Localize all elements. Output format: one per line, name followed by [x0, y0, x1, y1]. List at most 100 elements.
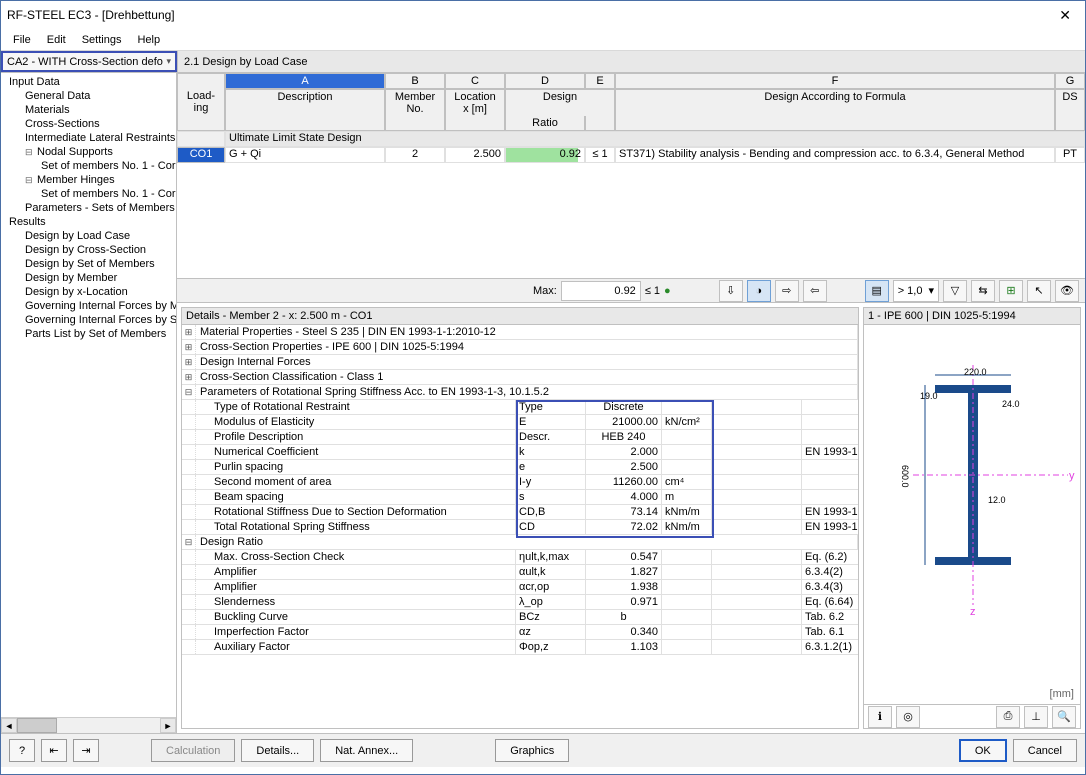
hdr-ds: DS	[1055, 89, 1085, 117]
zoom-icon[interactable]: 🔍	[1052, 706, 1076, 728]
sec-material[interactable]: Material Properties - Steel S 235 | DIN …	[196, 325, 858, 339]
sidebar: Input Data General Data Materials Cross-…	[1, 73, 177, 733]
stress-icon[interactable]: ◎	[896, 706, 920, 728]
cell-co: CO1	[177, 147, 225, 163]
tool-btn-2[interactable]: ◑	[747, 280, 771, 302]
window-title: RF-STEEL EC3 - [Drehbettung]	[7, 8, 1051, 22]
eye-icon[interactable]: 👁	[1055, 280, 1079, 302]
nat-annex-button[interactable]: Nat. Annex...	[320, 739, 413, 762]
excel-icon[interactable]: ⊞	[999, 280, 1023, 302]
col-a[interactable]: A	[225, 73, 385, 89]
tree-nodal-supports[interactable]: ⊟Nodal Supports	[1, 145, 176, 159]
tree-parameters[interactable]: Parameters - Sets of Members	[1, 201, 176, 215]
details-title: Details - Member 2 - x: 2.500 m - CO1	[182, 308, 858, 325]
tree-results[interactable]: Results	[1, 215, 176, 229]
tool-btn-3[interactable]: ⇨	[775, 280, 799, 302]
sec-design-ratio[interactable]: Design Ratio	[196, 535, 858, 549]
tree-input-data[interactable]: Input Data	[1, 75, 176, 89]
tree-nodal-set1[interactable]: Set of members No. 1 - Cor	[1, 159, 176, 173]
max-label: Max:	[533, 285, 557, 297]
preview-title: 1 - IPE 600 | DIN 1025-5:1994	[864, 308, 1080, 325]
sidebar-hscroll[interactable]: ◄ ►	[1, 717, 176, 733]
relations-icon[interactable]: ⇆	[971, 280, 995, 302]
col-loading: Load- ing	[177, 73, 225, 131]
scroll-thumb[interactable]	[17, 718, 57, 733]
tree-cross-sections[interactable]: Cross-Sections	[1, 117, 176, 131]
case-dropdown[interactable]: CA2 - WITH Cross-Section defo ▾	[1, 51, 177, 72]
menu-file[interactable]: File	[5, 32, 39, 48]
max-value: 0.92	[561, 281, 641, 301]
row-cdb: Rotational Stiffness Due to Section Defo…	[182, 505, 858, 520]
tree-design-setmembers[interactable]: Design by Set of Members	[1, 257, 176, 271]
tree-hinge-set1[interactable]: Set of members No. 1 - Cor	[1, 187, 176, 201]
hdr-member: Member No.	[385, 89, 445, 117]
tree-parts-list[interactable]: Parts List by Set of Members	[1, 327, 176, 341]
info-icon[interactable]: ℹ	[868, 706, 892, 728]
cancel-button[interactable]: Cancel	[1013, 739, 1077, 762]
graphics-button[interactable]: Graphics	[495, 739, 569, 762]
row-bc: Buckling CurveBCzbTab. 6.2	[182, 610, 858, 625]
help-icon[interactable]: ?	[9, 739, 35, 762]
calculation-button[interactable]: Calculation	[151, 739, 235, 762]
row-phi: Auxiliary FactorΦop,z1.1036.3.1.2(1)	[182, 640, 858, 655]
tree-design-member[interactable]: Design by Member	[1, 271, 176, 285]
close-icon[interactable]: ✕	[1051, 7, 1079, 24]
export-right-icon[interactable]: ⇥	[73, 739, 99, 762]
svg-text:z: z	[970, 606, 976, 618]
col-e[interactable]: E	[585, 73, 615, 89]
cell-x: 2.500	[445, 147, 505, 163]
tree-gif-member[interactable]: Governing Internal Forces by M	[1, 299, 176, 313]
dim-w: 220.0	[964, 367, 987, 377]
ok-button[interactable]: OK	[959, 739, 1007, 762]
hdr-formula: Design According to Formula	[615, 89, 1055, 117]
row-lambda: Slendernessλ_op0.971Eq. (6.64)	[182, 595, 858, 610]
menu-help[interactable]: Help	[129, 32, 168, 48]
tree-design-xloc[interactable]: Design by x-Location	[1, 285, 176, 299]
row-alpha: Imperfection Factorαz0.340Tab. 6.1	[182, 625, 858, 640]
menu-edit[interactable]: Edit	[39, 32, 74, 48]
details-grid[interactable]: ⊞Material Properties - Steel S 235 | DIN…	[182, 325, 858, 728]
design-grid: Load- ing A B C D E F G Description Memb…	[177, 73, 1085, 303]
tree-general-data[interactable]: General Data	[1, 89, 176, 103]
row-cd: Total Rotational Spring StiffnessCD72.02…	[182, 520, 858, 535]
scroll-right-icon[interactable]: ►	[160, 718, 176, 733]
scroll-left-icon[interactable]: ◄	[1, 718, 17, 733]
grid-row-co1[interactable]: CO1 G + Qi 2 2.500 0.92 ≤ 1 ST371) Stabi…	[177, 147, 1085, 163]
col-d[interactable]: D	[505, 73, 585, 89]
panel-heading: 2.1 Design by Load Case	[177, 51, 1085, 72]
tree-member-hinges[interactable]: ⊟Member Hinges	[1, 173, 176, 187]
cell-ratio: 0.92	[505, 147, 585, 163]
ok-icon: ●	[664, 285, 671, 297]
sec-rot[interactable]: Parameters of Rotational Spring Stiffnes…	[196, 385, 858, 399]
tree-intermediate-restraints[interactable]: Intermediate Lateral Restraints	[1, 131, 176, 145]
details-button[interactable]: Details...	[241, 739, 314, 762]
menu-settings[interactable]: Settings	[74, 32, 130, 48]
export-left-icon[interactable]: ⇤	[41, 739, 67, 762]
print-icon[interactable]: ⎙	[996, 706, 1020, 728]
row-type: Type of Rotational RestraintTypeDiscrete	[182, 400, 858, 415]
col-c[interactable]: C	[445, 73, 505, 89]
group-uls: Ultimate Limit State Design	[225, 131, 1085, 147]
col-f[interactable]: F	[615, 73, 1055, 89]
hdr-location: Location x [m]	[445, 89, 505, 117]
col-b[interactable]: B	[385, 73, 445, 89]
dim-tf: 19.0	[920, 391, 938, 401]
col-g[interactable]: G	[1055, 73, 1085, 89]
row-e: Modulus of ElasticityE21000.00kN/cm²	[182, 415, 858, 430]
factor-dropdown[interactable]: > 1,0▾	[893, 280, 939, 302]
pick-icon[interactable]: ↖	[1027, 280, 1051, 302]
sec-cs-props[interactable]: Cross-Section Properties - IPE 600 | DIN…	[196, 340, 858, 354]
filter-icon[interactable]: ▽	[943, 280, 967, 302]
sec-csc[interactable]: Cross-Section Classification - Class 1	[196, 370, 858, 384]
axis-icon[interactable]: ⊥	[1024, 706, 1048, 728]
tree-design-loadcase[interactable]: Design by Load Case	[1, 229, 176, 243]
tree-materials[interactable]: Materials	[1, 103, 176, 117]
tree-gif-set[interactable]: Governing Internal Forces by S	[1, 313, 176, 327]
tool-btn-4[interactable]: ⇦	[803, 280, 827, 302]
max-rel: ≤ 1	[645, 285, 660, 297]
color-scale-icon[interactable]: ▤	[865, 280, 889, 302]
tool-btn-1[interactable]: ⇩	[719, 280, 743, 302]
sec-dif[interactable]: Design Internal Forces	[196, 355, 858, 369]
hdr-ratio: Ratio	[505, 116, 585, 131]
tree-design-cs[interactable]: Design by Cross-Section	[1, 243, 176, 257]
